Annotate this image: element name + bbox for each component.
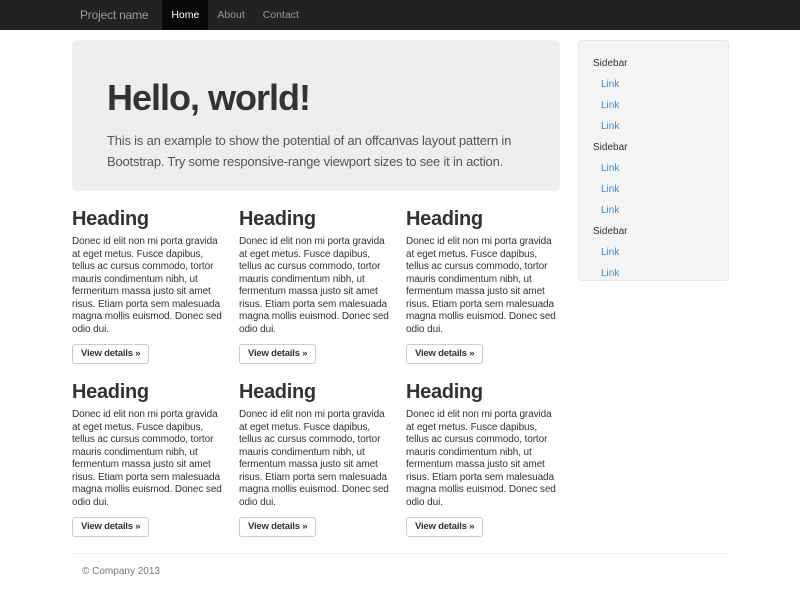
feature-card: Heading Donec id elit non mi porta gravid… [406,191,560,364]
nav-link-contact[interactable]: Contact [254,0,308,30]
sidebar-group-label: Sidebar [593,225,714,238]
sidebar-link[interactable]: Link [601,120,714,133]
sidebar-group-label: Sidebar [593,57,714,70]
view-details-button[interactable]: View details » [406,344,483,364]
nav-link-about[interactable]: About [208,0,253,30]
nav-item-home: Home [162,0,208,30]
view-details-button[interactable]: View details » [72,517,149,537]
nav-item-contact: Contact [254,0,308,30]
feature-card: Heading Donec id elit non mi porta gravid… [406,364,560,537]
card-body-text: Donec id elit non mi porta gravida at eg… [239,236,393,336]
card-body-text: Donec id elit non mi porta gravida at eg… [239,409,393,509]
card-heading: Heading [239,208,393,230]
feature-card: Heading Donec id elit non mi porta gravid… [72,191,226,364]
card-heading: Heading [239,381,393,403]
cards-grid: Heading Donec id elit non mi porta gravid… [72,191,560,537]
footer-divider [72,553,728,554]
nav-link-home[interactable]: Home [162,0,208,30]
view-details-button[interactable]: View details » [406,517,483,537]
feature-card: Heading Donec id elit non mi porta gravid… [72,364,226,537]
card-body-text: Donec id elit non mi porta gravida at eg… [406,236,560,336]
navbar-inner: Project name HomeAboutContact [60,0,740,30]
sidebar-column: Sidebar Link Link Link Sidebar Link Link Link Si… [578,40,729,281]
copyright-text: © Company 2013 [82,566,728,577]
page-container: Hello, world! This is an example to show… [60,40,740,577]
brand-link[interactable]: Project name [80,0,148,30]
view-details-button[interactable]: View details » [239,344,316,364]
view-details-button[interactable]: View details » [72,344,149,364]
card-heading: Heading [406,381,560,403]
sidebar-link[interactable]: Link [601,204,714,217]
card-heading: Heading [406,208,560,230]
footer: © Company 2013 [72,566,728,577]
navbar-menu: HomeAboutContact [162,0,308,30]
sidebar: Sidebar Link Link Link Sidebar Link Link Link Si… [578,40,729,281]
view-details-button[interactable]: View details » [239,517,316,537]
sidebar-link[interactable]: Link [601,246,714,259]
card-body-text: Donec id elit non mi porta gravida at eg… [72,236,226,336]
sidebar-link[interactable]: Link [601,183,714,196]
feature-card: Heading Donec id elit non mi porta gravid… [239,191,393,364]
sidebar-group-label: Sidebar [593,141,714,154]
sidebar-link[interactable]: Link [601,78,714,91]
nav-item-about: About [208,0,253,30]
sidebar-link[interactable]: Link [601,99,714,112]
jumbotron: Hello, world! This is an example to show… [72,40,560,191]
navbar: Project name HomeAboutContact [0,0,800,30]
card-heading: Heading [72,381,226,403]
card-body-text: Donec id elit non mi porta gravida at eg… [72,409,226,509]
main-column: Hello, world! This is an example to show… [72,40,560,537]
jumbotron-title: Hello, world! [107,78,525,118]
sidebar-link[interactable]: Link [601,267,714,280]
feature-card: Heading Donec id elit non mi porta gravid… [239,364,393,537]
content-row: Hello, world! This is an example to show… [72,40,728,537]
card-body-text: Donec id elit non mi porta gravida at eg… [406,409,560,509]
card-heading: Heading [72,208,226,230]
jumbotron-lead: This is an example to show the potential… [107,130,525,172]
sidebar-link[interactable]: Link [601,162,714,175]
